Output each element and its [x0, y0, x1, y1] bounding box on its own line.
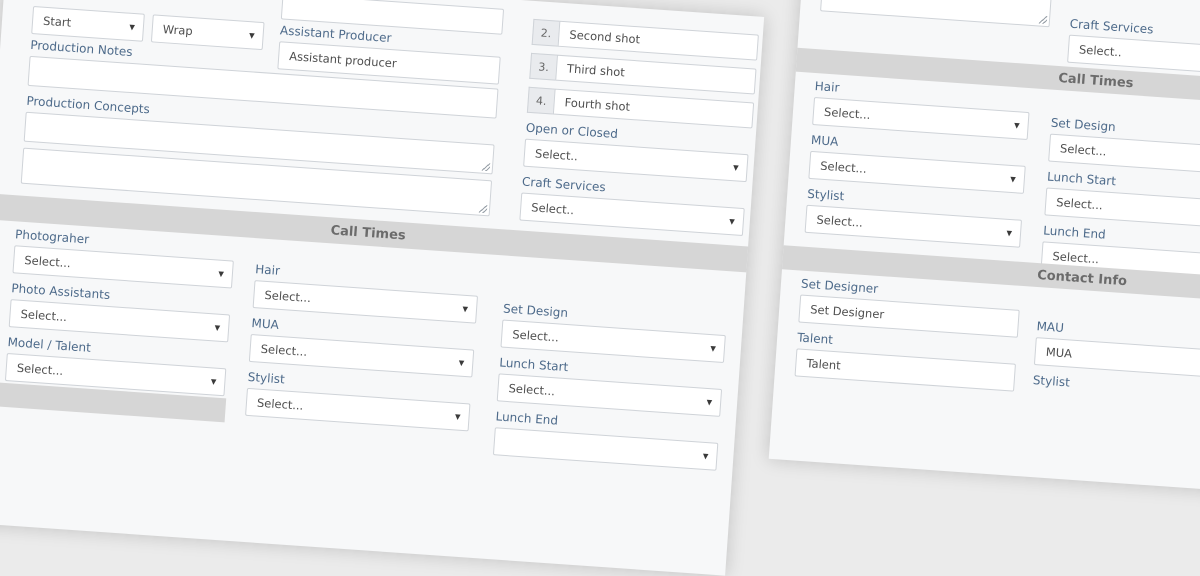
craft-services-label: Craft Services	[1069, 16, 1154, 37]
mau-label: MAU	[1036, 319, 1065, 335]
mua-select[interactable]: Select...	[248, 333, 475, 378]
hair-select[interactable]: Select...	[812, 97, 1030, 141]
set-designer-input[interactable]: Set Designer	[798, 294, 1020, 338]
mua-label: MUA	[251, 316, 280, 332]
shot-input[interactable]: Third shot	[555, 54, 757, 95]
resize-grip-icon[interactable]	[481, 162, 491, 172]
talent-input[interactable]: Talent	[794, 348, 1016, 392]
hair-select[interactable]: Select...	[252, 280, 479, 324]
model-talent-label: Model / Talent	[7, 335, 92, 355]
photographer-label: Photograher	[14, 227, 90, 247]
hair-label: Hair	[254, 262, 281, 278]
lunch-start-label: Lunch Start	[1046, 169, 1117, 189]
production-form-sheet: Start Wrap Assistant Producer Assistant …	[0, 0, 765, 576]
open-closed-select[interactable]: Select..	[523, 138, 749, 183]
stylist-contact-label: Stylist	[1032, 372, 1071, 390]
photo-assistants-select[interactable]: Select...	[8, 299, 231, 343]
stylist-select[interactable]: Select...	[245, 387, 471, 432]
craft-services-label: Craft Services	[521, 174, 607, 195]
set-design-label: Set Design	[1050, 115, 1117, 135]
talent-label: Talent	[796, 330, 834, 347]
set-designer-label: Set Designer	[800, 276, 879, 296]
production-notes-label: Production Notes	[29, 37, 133, 60]
set-design-label: Set Design	[502, 301, 569, 321]
shot-number-badge: 3.	[529, 52, 558, 81]
shot-input[interactable]: Fourth shot	[552, 88, 755, 129]
lunch-start-label: Lunch Start	[498, 355, 569, 375]
hair-label: Hair	[814, 79, 840, 95]
stylist-label: Stylist	[247, 369, 286, 387]
photographer-select[interactable]: Select...	[12, 245, 234, 289]
mua-select[interactable]: Select...	[808, 150, 1026, 194]
mua-label: MUA	[810, 132, 839, 149]
set-design-select[interactable]: Select...	[500, 319, 726, 364]
open-closed-label: Open or Closed	[525, 120, 619, 142]
start-select[interactable]: Start	[31, 5, 145, 42]
stylist-label: Stylist	[806, 186, 845, 204]
wrap-select[interactable]: Wrap	[150, 14, 265, 51]
notes-textarea[interactable]	[820, 0, 1053, 28]
stylist-select[interactable]: Select...	[804, 204, 1023, 248]
contact-form-sheet: Craft Services Select.. Call Times Hair …	[768, 0, 1200, 501]
shot-input[interactable]: Second shot	[557, 20, 759, 61]
photo-assistants-label: Photo Assistants	[10, 281, 111, 303]
lunch-end-label: Lunch End	[495, 409, 559, 428]
craft-services-select[interactable]: Select..	[519, 192, 745, 237]
resize-grip-icon[interactable]	[478, 204, 488, 214]
lunch-end-select[interactable]	[492, 427, 719, 471]
resize-grip-icon[interactable]	[1038, 15, 1048, 25]
shot-number-badge: 2.	[531, 18, 560, 47]
lunch-start-select[interactable]: Select...	[496, 373, 723, 417]
lunch-end-label: Lunch End	[1042, 223, 1107, 242]
shot-number-badge: 4.	[526, 86, 555, 115]
